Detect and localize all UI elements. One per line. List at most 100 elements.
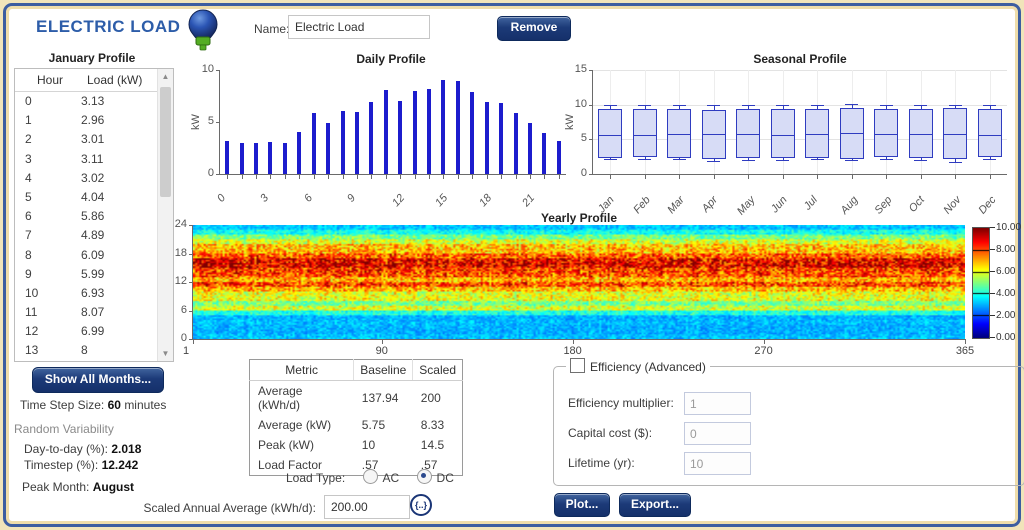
colorbar-tick-label: 0.00 [996,332,1015,343]
time-step-value: 60 [108,398,121,412]
name-input[interactable] [288,15,430,39]
x-tick-mark [270,174,271,179]
export-button[interactable]: Export... [619,493,691,517]
capital-cost-input[interactable] [684,422,751,445]
daily-bar [355,112,359,174]
load-type-ac-label[interactable]: AC [383,471,400,485]
x-tick-mark [544,174,545,179]
colorbar-tick-label: 10.00 [996,222,1021,233]
peak-month: Peak Month: August [22,480,134,494]
scroll-up-icon[interactable]: ▲ [158,69,173,84]
daily-bar [341,111,345,174]
table-body: 03.1312.9623.0133.1143.0254.0465.8674.89… [15,92,158,361]
name-label: Name: [254,22,289,36]
time-step-unit: minutes [124,398,166,412]
whisker-cap-bottom [811,159,824,160]
load-type-ac-radio[interactable] [363,469,378,484]
y-tick-label: 5 [190,115,214,127]
daily-bar [413,91,417,174]
scroll-down-icon[interactable]: ▼ [158,346,173,361]
x-tick-mark [783,174,784,179]
table-row: 106.93 [15,284,158,303]
x-tick-mark [764,339,765,344]
cell-load: 5.86 [81,207,104,226]
capital-cost-label: Capital cost ($): [568,426,652,440]
x-tick-mark [328,174,329,179]
show-all-months-button[interactable]: Show All Months... [32,367,164,393]
table-scrollbar[interactable]: ▲ ▼ [157,69,173,361]
table-row: 12.96 [15,111,158,130]
scrollbar-thumb[interactable] [160,87,171,197]
x-tick-label: Dec [976,194,998,217]
efficiency-multiplier-input[interactable] [684,392,751,415]
daily-bar [240,143,244,174]
y-tick-label: 12 [163,275,187,287]
daily-bar [557,141,561,174]
x-tick-label: 270 [754,345,774,357]
x-tick-mark [748,174,749,179]
whisker-cap-bottom [845,160,858,161]
random-variability-label: Random Variability [14,422,114,436]
daily-bar [283,143,287,174]
x-tick-mark [343,174,344,179]
scaled-annual-average-input[interactable] [324,495,410,519]
electric-load-panel: ELECTRIC LOAD Name: Remove January Profi… [3,3,1021,527]
cell-load: 3.02 [81,169,104,188]
load-type-dc-radio[interactable] [417,469,432,484]
y-tick-label: 6 [163,304,187,316]
median-line [978,135,1002,136]
lifetime-input[interactable] [684,452,751,475]
plot-button[interactable]: Plot... [554,493,610,517]
efficiency-legend-label: Efficiency (Advanced) [590,360,706,374]
x-tick-mark [990,174,991,179]
box [598,109,622,158]
sensitivity-values-button[interactable]: {..} [410,494,432,516]
efficiency-checkbox[interactable] [570,358,585,373]
colorbar-tick-label: 2.00 [996,310,1015,321]
metric-value: 10 [354,435,413,455]
y-tick-mark [216,122,220,123]
daily-bar [456,81,460,174]
x-tick-mark [400,174,401,179]
table-row: 95.99 [15,265,158,284]
cell-hour: 5 [25,188,32,207]
cell-load: 4.04 [81,188,104,207]
x-tick-mark [645,174,646,179]
cell-hour: 11 [25,303,37,322]
x-tick-mark [955,174,956,179]
load-type-row: Load Type: AC DC [286,469,454,485]
x-tick-mark [516,174,517,179]
y-tick-label: 5 [563,132,587,144]
efficiency-multiplier-label: Efficiency multiplier: [568,396,674,410]
peak-month-label: Peak Month: [22,480,89,494]
timestep-label: Timestep (%): [24,458,98,472]
january-profile-table: Hour Load (kW) 03.1312.9623.0133.1143.02… [14,68,174,362]
day-to-day-value: 2.018 [111,442,141,456]
table-row: 74.89 [15,226,158,245]
x-tick-label: 12 [390,192,407,209]
daily-bar [542,133,546,174]
load-type-dc-label[interactable]: DC [437,471,454,485]
table-row: 86.09 [15,246,158,265]
y-tick-mark [589,174,593,175]
whisker-cap-bottom [638,159,651,160]
whisker-cap-bottom [949,162,962,163]
metrics-row: Peak (kW)1014.5 [250,435,463,455]
daily-bar [514,113,518,174]
box [771,109,795,158]
x-tick-label: 0 [215,192,228,205]
cell-hour: 4 [25,169,32,188]
median-line [633,135,657,136]
x-tick-label: 90 [372,345,392,357]
remove-button[interactable]: Remove [497,16,571,41]
cell-load: 5.99 [81,265,104,284]
box [667,109,691,158]
whisker-cap-bottom [604,159,617,160]
x-tick-mark [472,174,473,179]
y-tick-mark [216,70,220,71]
box [909,109,933,158]
box [736,109,760,158]
cell-load: 8.07 [81,303,104,322]
metrics-table: Metric Baseline Scaled Average (kWh/d)13… [249,359,463,476]
table-row: 23.01 [15,130,158,149]
